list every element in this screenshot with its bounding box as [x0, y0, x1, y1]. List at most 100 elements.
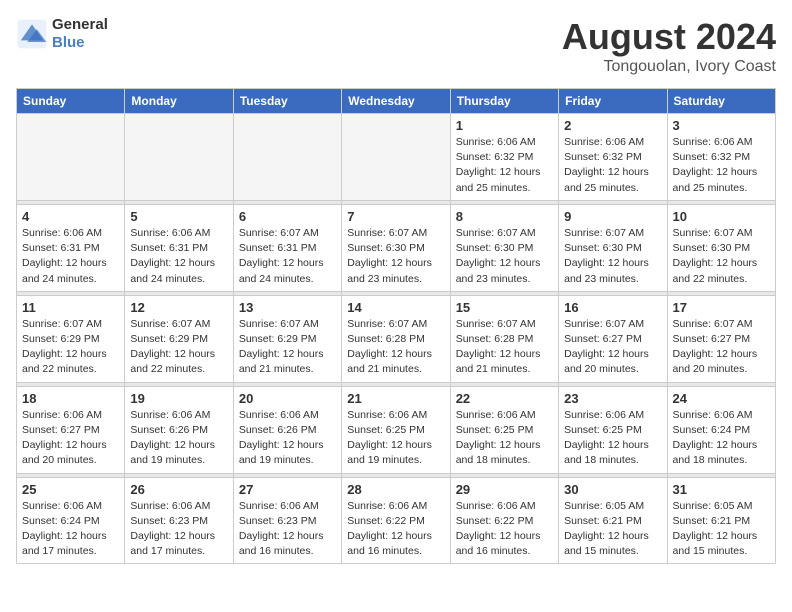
calendar-cell: 7 Sunrise: 6:07 AM Sunset: 6:30 PM Daylig…: [342, 204, 450, 291]
calendar-week-row: 4Sunrise: 6:06 AM Sunset: 6:31 PM Daylig…: [17, 204, 776, 291]
day-info: Sunrise: 6:05 AM Sunset: 6:21 PM Dayligh…: [673, 499, 770, 560]
calendar-cell: 8 Sunrise: 6:07 AM Sunset: 6:30 PM Daylig…: [450, 204, 558, 291]
calendar-cell: 13Sunrise: 6:07 AM Sunset: 6:29 PM Dayli…: [233, 295, 341, 382]
calendar-cell: 30 Sunrise: 6:05 AM Sunset: 6:21 PM Dayli…: [559, 477, 667, 564]
day-info: Sunrise: 6:06 AM Sunset: 6:25 PM Dayligh…: [564, 408, 661, 469]
weekday-header-wednesday: Wednesday: [342, 89, 450, 114]
day-number: 31: [673, 482, 770, 497]
day-number: 10: [673, 209, 770, 224]
calendar-cell: 6Sunrise: 6:07 AM Sunset: 6:31 PM Daylig…: [233, 204, 341, 291]
day-info: Sunrise: 6:06 AM Sunset: 6:23 PM Dayligh…: [239, 499, 336, 560]
day-number: 23: [564, 391, 661, 406]
day-number: 19: [130, 391, 227, 406]
calendar-cell: [125, 114, 233, 201]
day-number: 30: [564, 482, 661, 497]
day-info: Sunrise: 6:07 AM Sunset: 6:28 PM Dayligh…: [347, 317, 444, 378]
day-info: Sunrise: 6:07 AM Sunset: 6:30 PM Dayligh…: [456, 226, 553, 287]
day-number: 17: [673, 300, 770, 315]
logo-text: General Blue: [52, 16, 108, 52]
day-number: 2: [564, 118, 661, 133]
day-info: Sunrise: 6:06 AM Sunset: 6:22 PM Dayligh…: [456, 499, 553, 560]
page-header: General Blue August 2024 Tongouolan, Ivo…: [16, 16, 776, 76]
weekday-header-row: SundayMondayTuesdayWednesdayThursdayFrid…: [17, 89, 776, 114]
day-info: Sunrise: 6:06 AM Sunset: 6:22 PM Dayligh…: [347, 499, 444, 560]
day-number: 11: [22, 300, 119, 315]
day-number: 26: [130, 482, 227, 497]
month-year: August 2024: [562, 16, 776, 58]
calendar-cell: 29 Sunrise: 6:06 AM Sunset: 6:22 PM Dayli…: [450, 477, 558, 564]
calendar-cell: 4Sunrise: 6:06 AM Sunset: 6:31 PM Daylig…: [17, 204, 125, 291]
day-number: 16: [564, 300, 661, 315]
day-info: Sunrise: 6:06 AM Sunset: 6:24 PM Dayligh…: [22, 499, 119, 560]
calendar-cell: 12 Sunrise: 6:07 AM Sunset: 6:29 PM Dayli…: [125, 295, 233, 382]
calendar-cell: 19Sunrise: 6:06 AM Sunset: 6:26 PM Dayli…: [125, 386, 233, 473]
day-number: 27: [239, 482, 336, 497]
weekday-header-friday: Friday: [559, 89, 667, 114]
location: Tongouolan, Ivory Coast: [562, 58, 776, 76]
day-number: 15: [456, 300, 553, 315]
day-info: Sunrise: 6:06 AM Sunset: 6:31 PM Dayligh…: [22, 226, 119, 287]
day-number: 22: [456, 391, 553, 406]
day-number: 21: [347, 391, 444, 406]
day-info: Sunrise: 6:06 AM Sunset: 6:26 PM Dayligh…: [239, 408, 336, 469]
weekday-header-sunday: Sunday: [17, 89, 125, 114]
day-number: 8: [456, 209, 553, 224]
day-info: Sunrise: 6:07 AM Sunset: 6:29 PM Dayligh…: [130, 317, 227, 378]
day-info: Sunrise: 6:06 AM Sunset: 6:31 PM Dayligh…: [130, 226, 227, 287]
calendar-cell: 31 Sunrise: 6:05 AM Sunset: 6:21 PM Dayli…: [667, 477, 775, 564]
calendar-cell: 16 Sunrise: 6:07 AM Sunset: 6:27 PM Dayli…: [559, 295, 667, 382]
calendar-cell: 1 Sunrise: 6:06 AM Sunset: 6:32 PM Daylig…: [450, 114, 558, 201]
day-number: 7: [347, 209, 444, 224]
day-number: 3: [673, 118, 770, 133]
day-info: Sunrise: 6:07 AM Sunset: 6:27 PM Dayligh…: [564, 317, 661, 378]
day-number: 14: [347, 300, 444, 315]
calendar-cell: 22 Sunrise: 6:06 AM Sunset: 6:25 PM Dayli…: [450, 386, 558, 473]
day-info: Sunrise: 6:06 AM Sunset: 6:23 PM Dayligh…: [130, 499, 227, 560]
day-info: Sunrise: 6:05 AM Sunset: 6:21 PM Dayligh…: [564, 499, 661, 560]
day-info: Sunrise: 6:07 AM Sunset: 6:29 PM Dayligh…: [22, 317, 119, 378]
logo: General Blue: [16, 16, 108, 52]
weekday-header-monday: Monday: [125, 89, 233, 114]
calendar-cell: 9Sunrise: 6:07 AM Sunset: 6:30 PM Daylig…: [559, 204, 667, 291]
calendar-cell: 26 Sunrise: 6:06 AM Sunset: 6:23 PM Dayli…: [125, 477, 233, 564]
calendar-cell: 18Sunrise: 6:06 AM Sunset: 6:27 PM Dayli…: [17, 386, 125, 473]
calendar-cell: [342, 114, 450, 201]
day-number: 5: [130, 209, 227, 224]
calendar-week-row: 25 Sunrise: 6:06 AM Sunset: 6:24 PM Dayli…: [17, 477, 776, 564]
calendar-cell: 23 Sunrise: 6:06 AM Sunset: 6:25 PM Dayli…: [559, 386, 667, 473]
calendar-cell: 27 Sunrise: 6:06 AM Sunset: 6:23 PM Dayli…: [233, 477, 341, 564]
day-info: Sunrise: 6:06 AM Sunset: 6:27 PM Dayligh…: [22, 408, 119, 469]
calendar-cell: 28 Sunrise: 6:06 AM Sunset: 6:22 PM Dayli…: [342, 477, 450, 564]
day-number: 28: [347, 482, 444, 497]
day-number: 9: [564, 209, 661, 224]
day-number: 20: [239, 391, 336, 406]
calendar-cell: [17, 114, 125, 201]
calendar-cell: 24Sunrise: 6:06 AM Sunset: 6:24 PM Dayli…: [667, 386, 775, 473]
day-info: Sunrise: 6:07 AM Sunset: 6:27 PM Dayligh…: [673, 317, 770, 378]
weekday-header-saturday: Saturday: [667, 89, 775, 114]
calendar-cell: 5 Sunrise: 6:06 AM Sunset: 6:31 PM Daylig…: [125, 204, 233, 291]
day-number: 25: [22, 482, 119, 497]
day-info: Sunrise: 6:06 AM Sunset: 6:32 PM Dayligh…: [456, 135, 553, 196]
day-number: 13: [239, 300, 336, 315]
calendar-week-row: 1 Sunrise: 6:06 AM Sunset: 6:32 PM Daylig…: [17, 114, 776, 201]
calendar-week-row: 18Sunrise: 6:06 AM Sunset: 6:27 PM Dayli…: [17, 386, 776, 473]
day-number: 12: [130, 300, 227, 315]
weekday-header-tuesday: Tuesday: [233, 89, 341, 114]
day-info: Sunrise: 6:06 AM Sunset: 6:32 PM Dayligh…: [564, 135, 661, 196]
calendar-cell: 3 Sunrise: 6:06 AM Sunset: 6:32 PM Daylig…: [667, 114, 775, 201]
logo-icon: [16, 18, 48, 50]
day-info: Sunrise: 6:07 AM Sunset: 6:30 PM Dayligh…: [347, 226, 444, 287]
weekday-header-thursday: Thursday: [450, 89, 558, 114]
day-number: 1: [456, 118, 553, 133]
title-block: August 2024 Tongouolan, Ivory Coast: [562, 16, 776, 76]
day-info: Sunrise: 6:06 AM Sunset: 6:24 PM Dayligh…: [673, 408, 770, 469]
day-number: 29: [456, 482, 553, 497]
calendar-cell: 21 Sunrise: 6:06 AM Sunset: 6:25 PM Dayli…: [342, 386, 450, 473]
calendar-table: SundayMondayTuesdayWednesdayThursdayFrid…: [16, 88, 776, 564]
day-info: Sunrise: 6:06 AM Sunset: 6:25 PM Dayligh…: [456, 408, 553, 469]
calendar-cell: 20 Sunrise: 6:06 AM Sunset: 6:26 PM Dayli…: [233, 386, 341, 473]
day-info: Sunrise: 6:06 AM Sunset: 6:25 PM Dayligh…: [347, 408, 444, 469]
calendar-cell: 14 Sunrise: 6:07 AM Sunset: 6:28 PM Dayli…: [342, 295, 450, 382]
day-info: Sunrise: 6:06 AM Sunset: 6:32 PM Dayligh…: [673, 135, 770, 196]
